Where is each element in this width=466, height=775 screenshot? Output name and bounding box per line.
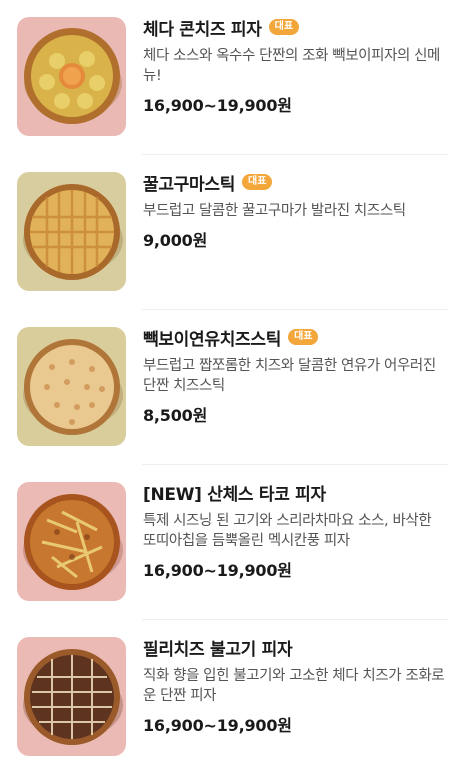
signature-badge: 대표 [268,19,300,35]
menu-item-price: 9,000원 [143,231,208,250]
menu-item-info: [NEW] 산체스 타코 피자 특제 시즈닝 된 고기와 스리라차마요 소스, … [143,477,448,581]
pizza-corn-cheese-image [17,17,126,136]
pizza-bulgogi-image [17,637,126,756]
signature-badge: 대표 [288,329,319,345]
menu-item-price: 16,900~19,900원 [143,716,292,735]
menu-item-description: 부드럽고 달콤한 꿀고구마가 발라진 치즈스틱 [143,203,406,219]
menu-item-sanchez-taco-pizza[interactable]: [NEW] 산체스 타코 피자 특제 시즈닝 된 고기와 스리라차마요 소스, … [0,465,466,620]
menu-item-description: 체다 소스와 옥수수 단짠의 조화 빽보이피자의 신메뉴! [143,48,440,84]
menu-item-description: 부드럽고 짭쪼롬한 치즈와 달콤한 연유가 어우러진 단짠 치즈스틱 [143,358,436,394]
pizza-sweet-potato-stick-image [17,172,126,291]
menu-item-title: 빽보이연유치즈스틱 [143,329,282,350]
menu-item-title: 필리치즈 불고기 피자 [143,639,293,660]
pizza-taco-image [17,482,126,601]
menu-list: 체다 콘치즈 피자 대표 체다 소스와 옥수수 단짠의 조화 빽보이피자의 신메… [0,0,466,770]
menu-item-title: [NEW] 산체스 타코 피자 [143,484,326,505]
menu-item-philly-cheese-bulgogi-pizza[interactable]: 필리치즈 불고기 피자 직화 향을 입힌 불고기와 고소한 체다 치즈가 조화로… [0,620,466,775]
menu-item-condensed-milk-cheese-stick[interactable]: 빽보이연유치즈스틱 대표 부드럽고 짭쪼롬한 치즈와 달콤한 연유가 어우러진 … [0,310,466,465]
menu-item-description: 특제 시즈닝 된 고기와 스리라차마요 소스, 바삭한 또띠아칩을 듬뿍올린 멕… [143,513,432,549]
menu-item-price: 8,500원 [143,406,208,425]
menu-item-honey-sweet-potato-stick[interactable]: 꿀고구마스틱 대표 부드럽고 달콤한 꿀고구마가 발라진 치즈스틱 9,000원 [0,155,466,310]
menu-item-price: 16,900~19,900원 [143,561,292,580]
menu-item-title: 체다 콘치즈 피자 [143,19,262,40]
menu-item-info: 필리치즈 불고기 피자 직화 향을 입힌 불고기와 고소한 체다 치즈가 조화로… [143,632,448,736]
pizza-condensed-milk-stick-image [17,327,126,446]
menu-item-info: 꿀고구마스틱 대표 부드럽고 달콤한 꿀고구마가 발라진 치즈스틱 9,000원 [143,167,448,251]
menu-item-description: 직화 향을 입힌 불고기와 고소한 체다 치즈가 조화로운 단짠 피자 [143,668,445,704]
signature-badge: 대표 [242,174,273,190]
menu-item-price: 16,900~19,900원 [143,96,292,115]
menu-item-cheddar-corn-cheese-pizza[interactable]: 체다 콘치즈 피자 대표 체다 소스와 옥수수 단짠의 조화 빽보이피자의 신메… [0,0,466,155]
menu-item-info: 체다 콘치즈 피자 대표 체다 소스와 옥수수 단짠의 조화 빽보이피자의 신메… [143,12,448,116]
menu-item-title: 꿀고구마스틱 [143,174,236,195]
menu-item-info: 빽보이연유치즈스틱 대표 부드럽고 짭쪼롬한 치즈와 달콤한 연유가 어우러진 … [143,322,448,426]
